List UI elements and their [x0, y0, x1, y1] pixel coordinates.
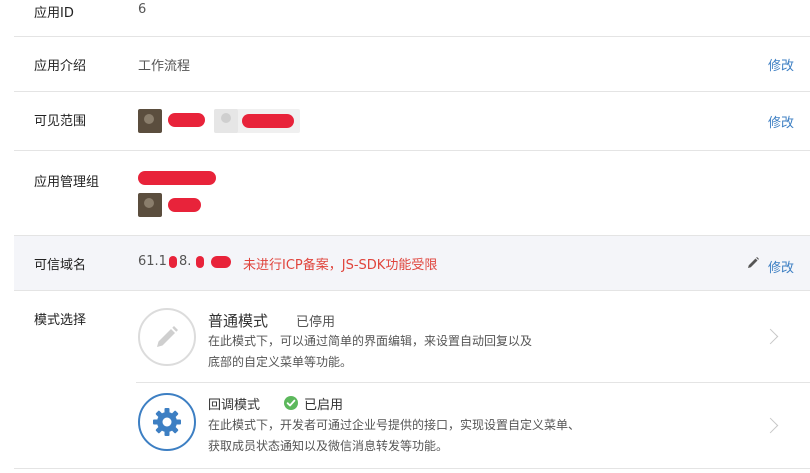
- redacted-group-name: [138, 171, 216, 185]
- app-id-value: 6: [138, 2, 147, 17]
- admin-group-row: 应用管理组: [14, 151, 810, 236]
- gear-icon: [138, 393, 196, 451]
- trusted-domain-edit-link[interactable]: 修改: [768, 257, 794, 276]
- normal-mode-title: 普通模式: [208, 312, 269, 330]
- member-avatar: [214, 109, 238, 133]
- app-id-row: 应用ID 6: [14, 0, 810, 37]
- mode-row: 模式选择 普通模式 已停用 在此模式下，可以通过简单的界面编辑，来设置自动回复以…: [14, 291, 810, 469]
- intro-label: 应用介绍: [34, 59, 87, 74]
- visibility-row: 可见范围 修改: [14, 92, 810, 151]
- trusted-domain-label: 可信域名: [34, 258, 87, 273]
- pencil-icon[interactable]: [746, 255, 760, 269]
- intro-row: 应用介绍 工作流程 修改: [14, 37, 810, 92]
- redacted-domain-part: [196, 256, 204, 268]
- mode-label: 模式选择: [34, 313, 87, 328]
- chevron-right-icon: [762, 328, 779, 345]
- redacted-admin-name: [168, 198, 201, 212]
- intro-value: 工作流程: [138, 59, 191, 74]
- callback-mode-desc-line2: 获取成员状态通知以及微信消息转发等功能。: [208, 439, 449, 453]
- trusted-domain-value: 61.1: [138, 254, 167, 269]
- callback-mode-desc-line1: 在此模式下，开发者可通过企业号提供的接口，实现设置自定义菜单、: [208, 418, 581, 432]
- icp-warning-text: 未进行ICP备案，JS-SDK功能受限: [243, 258, 438, 273]
- admin-avatar: [138, 193, 162, 217]
- normal-mode-desc-line2: 底部的自定义菜单等功能。: [208, 355, 353, 369]
- app-id-label: 应用ID: [34, 6, 74, 21]
- intro-edit-link[interactable]: 修改: [768, 55, 794, 74]
- visibility-edit-link[interactable]: 修改: [768, 112, 794, 131]
- normal-mode-option[interactable]: 普通模式 已停用 在此模式下，可以通过简单的界面编辑，来设置自动回复以及 底部的…: [136, 291, 810, 383]
- trusted-domain-row: 可信域名 61.1 8. 未进行ICP备案，JS-SDK功能受限 修改: [14, 236, 810, 291]
- redacted-name: [168, 113, 205, 127]
- callback-mode-title: 回调模式: [208, 398, 261, 413]
- chevron-right-icon: [762, 417, 779, 434]
- callback-mode-option[interactable]: 回调模式 已启用 在此模式下，开发者可通过企业号提供的接口，实现设置自定义菜单、…: [136, 383, 810, 467]
- visibility-label: 可见范围: [34, 114, 87, 129]
- member-avatar: [138, 109, 162, 133]
- pencil-icon: [138, 308, 196, 366]
- redacted-name: [242, 114, 294, 128]
- normal-mode-desc-line1: 在此模式下，可以通过简单的界面编辑，来设置自动回复以及: [208, 334, 533, 348]
- visible-member-chip[interactable]: [214, 109, 300, 133]
- admin-group-label: 应用管理组: [34, 175, 100, 190]
- redacted-domain-part: [169, 256, 177, 268]
- trusted-domain-value-mid: 8.: [179, 254, 192, 269]
- redacted-domain-part: [211, 256, 231, 268]
- check-circle-icon: [284, 395, 298, 410]
- callback-mode-status: 已启用: [304, 398, 344, 413]
- normal-mode-status: 已停用: [296, 315, 336, 330]
